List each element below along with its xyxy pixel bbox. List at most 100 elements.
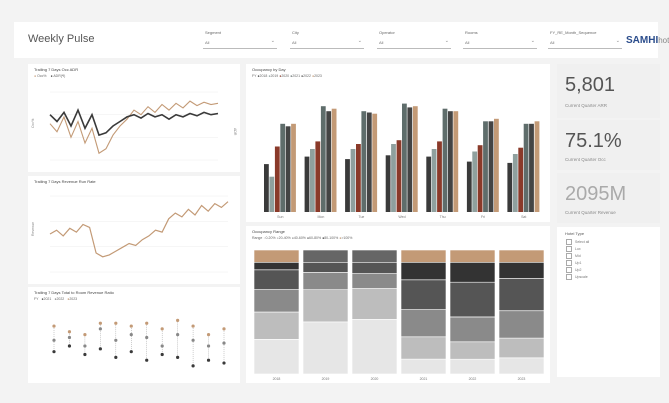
filter-label: City — [292, 30, 299, 35]
data-point — [206, 358, 211, 362]
y-axis-label-right: ADR — [233, 128, 237, 136]
occupancy-range-chart: 2018 2019 2020 2021 2022 2023 — [253, 249, 545, 381]
filter-month-sequence[interactable]: FY_RE_Month_Sequence All ⌄ — [546, 28, 624, 54]
kpi-label: Current Quarter ARR — [565, 103, 608, 108]
data-point — [98, 347, 102, 351]
bar — [442, 108, 448, 212]
stack-segment — [498, 310, 545, 339]
checkbox[interactable] — [566, 246, 572, 252]
filter-city[interactable]: City All ⌄ — [288, 28, 366, 54]
stack-segment — [449, 341, 496, 360]
stack-segment — [449, 358, 496, 375]
kpi-card-occ: 75.1% Current Quarter Occ — [557, 120, 660, 170]
stack-segment — [351, 249, 398, 263]
bar — [412, 106, 418, 212]
slicer-item-label: Upscale — [575, 274, 588, 279]
slicer-item[interactable]: Upscale — [566, 274, 588, 280]
slicer-item[interactable]: Up2 — [566, 267, 581, 273]
data-point — [114, 355, 118, 359]
data-point — [222, 327, 226, 331]
data-point — [206, 333, 211, 337]
data-point — [52, 338, 56, 342]
data-point — [114, 338, 118, 342]
data-point — [83, 333, 87, 337]
stack-segment — [351, 288, 398, 320]
logo-brand: SAMHI — [626, 35, 659, 46]
bar — [512, 154, 518, 212]
chevron-down-icon: ⌄ — [530, 38, 535, 44]
data-point — [160, 344, 164, 348]
data-point — [176, 355, 180, 359]
slicer-item[interactable]: Lux — [566, 246, 581, 252]
bar — [426, 156, 432, 212]
bar — [331, 108, 337, 212]
filter-dropdown[interactable]: All ⌄ — [377, 38, 451, 49]
stack-segment — [302, 321, 349, 375]
data-point — [191, 338, 195, 342]
data-point — [160, 327, 164, 331]
slicer-item[interactable]: Up1 — [566, 260, 581, 266]
stack-segment — [449, 316, 496, 343]
data-point — [52, 324, 56, 328]
slicer-item-label: Select all — [575, 239, 590, 244]
data-point — [176, 333, 180, 337]
bar — [320, 106, 326, 212]
bar — [264, 164, 269, 212]
data-point — [145, 358, 149, 362]
bar — [315, 141, 321, 212]
data-point — [67, 335, 72, 340]
bar — [285, 126, 291, 212]
y-axis-label-left: Occ% — [31, 119, 35, 128]
tick-label: 2019 — [322, 377, 330, 381]
checkbox[interactable] — [566, 253, 572, 259]
stack-segment — [351, 260, 398, 274]
data-point — [67, 330, 72, 334]
bar — [466, 161, 472, 212]
stack-segment — [400, 279, 447, 310]
filter-dropdown[interactable]: All ⌄ — [290, 38, 364, 49]
bar — [518, 147, 524, 212]
bar — [391, 144, 396, 212]
data-point — [176, 318, 180, 322]
bar — [269, 176, 275, 212]
checkbox[interactable] — [566, 239, 572, 245]
filter-dropdown[interactable]: All ⌄ — [203, 38, 277, 49]
checkbox[interactable] — [566, 260, 572, 266]
ratio-chart — [52, 318, 226, 368]
filter-dropdown[interactable]: All ⌄ — [548, 38, 622, 49]
tick-label: Fri — [481, 215, 485, 219]
bar — [477, 145, 483, 212]
bar — [372, 113, 378, 212]
slicer-item[interactable]: Mid — [566, 253, 581, 259]
slicer-item-label: Up1 — [575, 260, 582, 265]
data-point — [222, 341, 226, 345]
filter-dropdown[interactable]: All ⌄ — [463, 38, 537, 49]
checkbox[interactable] — [566, 267, 572, 273]
stack-segment — [498, 337, 545, 359]
tick-label: 2021 — [420, 377, 428, 381]
tick-label: Wed — [398, 215, 405, 219]
tick-label: Mon — [317, 215, 324, 219]
filter-rooms[interactable]: Rooms All ⌄ — [461, 28, 539, 54]
bar — [396, 140, 402, 212]
bar — [366, 112, 372, 212]
page-title: Weekly Pulse — [28, 33, 95, 45]
filter-segment[interactable]: Segment All ⌄ — [201, 28, 279, 54]
data-point — [98, 321, 102, 325]
data-point — [160, 352, 164, 357]
stack-segment — [351, 319, 398, 375]
bar — [402, 103, 407, 212]
filter-label: Operator — [379, 30, 395, 35]
tick-label: 2018 — [273, 377, 281, 381]
bar — [534, 121, 540, 212]
filter-operator[interactable]: Operator All ⌄ — [375, 28, 453, 54]
data-point — [145, 321, 149, 325]
kpi-value: 75.1% — [565, 130, 622, 152]
filter-label: FY_RE_Month_Sequence — [550, 30, 597, 35]
checkbox[interactable] — [566, 274, 572, 280]
chevron-down-icon: ⌄ — [444, 38, 449, 44]
bar — [345, 159, 350, 212]
tick-label: Sun — [277, 215, 283, 219]
kpi-card-arr: 5,801 Current Quarter ARR — [557, 64, 660, 118]
slicer-item[interactable]: Select all — [566, 239, 589, 245]
